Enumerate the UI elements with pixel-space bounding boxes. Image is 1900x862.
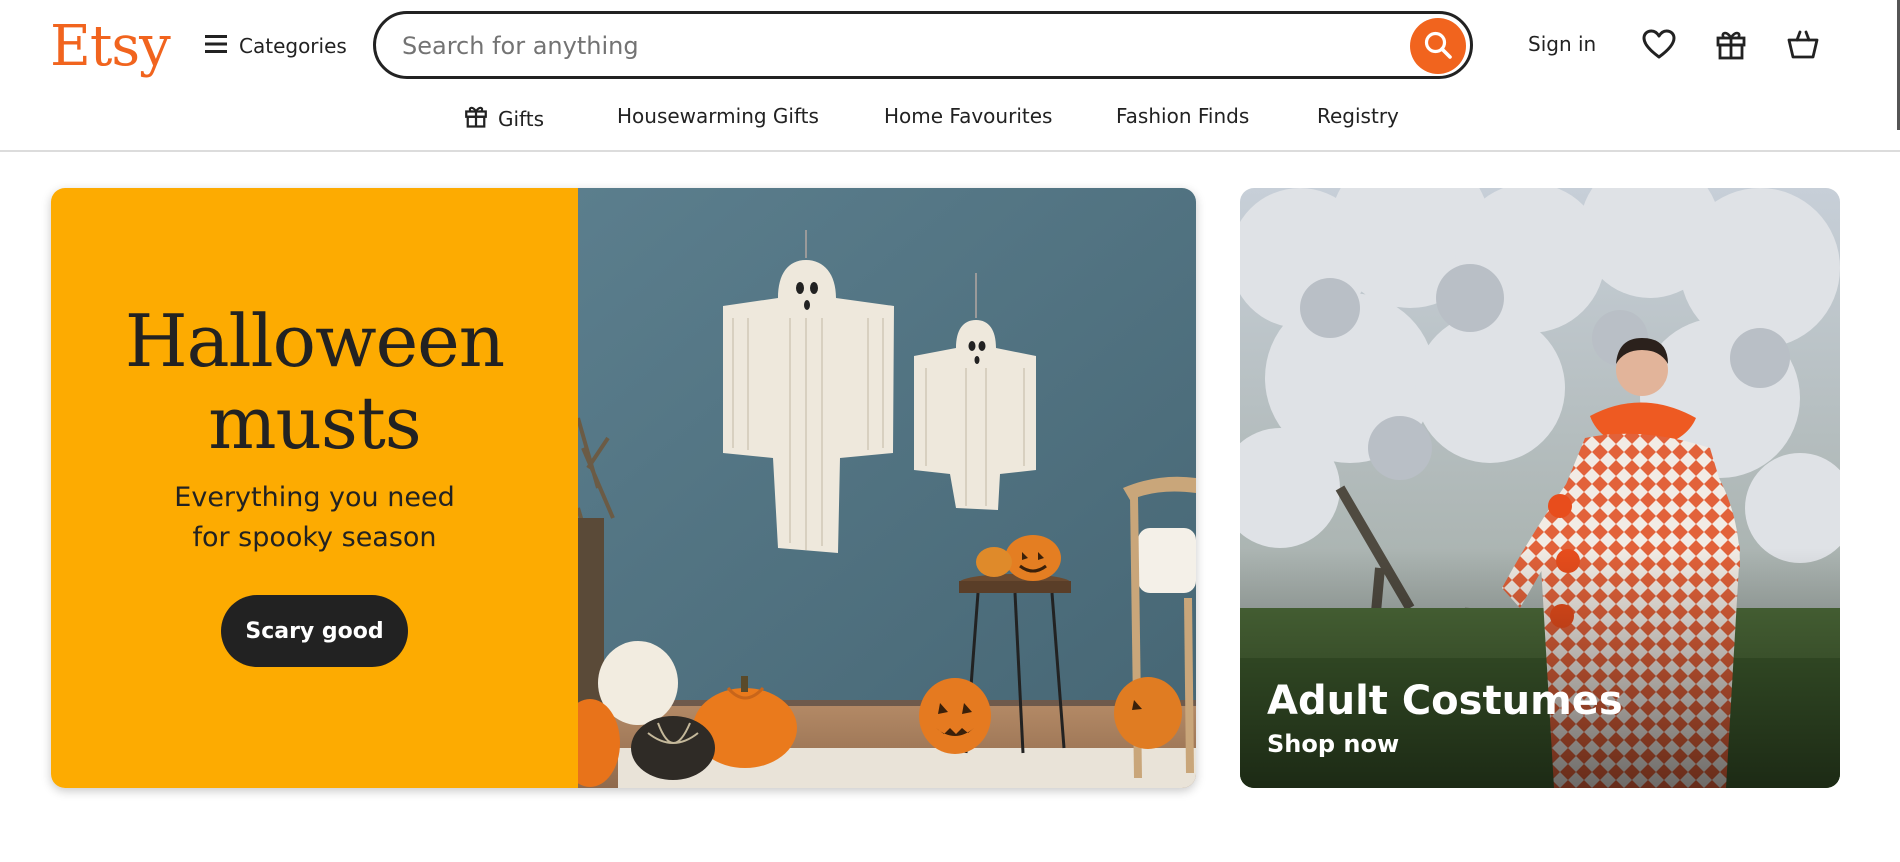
halloween-hero-banner[interactable]: Halloween musts Everything you need for … bbox=[51, 188, 1196, 788]
search-bar bbox=[373, 11, 1473, 79]
hero-title-line1: Halloween bbox=[124, 299, 505, 383]
hero-subtitle-line1: Everything you need bbox=[174, 482, 455, 513]
shop-now-link[interactable]: Shop now bbox=[1267, 730, 1399, 758]
categories-button[interactable]: Categories bbox=[205, 30, 347, 62]
search-input[interactable] bbox=[400, 26, 1374, 66]
gift-icon bbox=[1715, 28, 1747, 64]
category-nav: Gifts Housewarming Gifts Home Favourites… bbox=[0, 96, 1900, 136]
nav-item-label: Gifts bbox=[498, 106, 545, 131]
nav-item-gifts[interactable]: Gifts bbox=[464, 104, 544, 133]
menu-icon bbox=[205, 35, 227, 57]
search-icon bbox=[1423, 30, 1453, 63]
site-header: Etsy Categories Sign in bbox=[0, 0, 1900, 152]
nav-item-registry[interactable]: Registry bbox=[1317, 104, 1399, 128]
sign-in-link[interactable]: Sign in bbox=[1528, 32, 1596, 56]
nav-item-fashion-finds[interactable]: Fashion Finds bbox=[1116, 104, 1249, 128]
hero-title-line2: musts bbox=[208, 381, 421, 465]
etsy-logo[interactable]: Etsy bbox=[50, 12, 171, 82]
hero-subtitle-line2: for spooky season bbox=[192, 522, 437, 553]
nav-item-housewarming-gifts[interactable]: Housewarming Gifts bbox=[617, 104, 819, 128]
categories-label: Categories bbox=[239, 34, 347, 58]
basket-icon bbox=[1787, 29, 1819, 63]
adult-costumes-card[interactable]: Adult Costumes Shop now bbox=[1240, 188, 1840, 788]
hero-subtitle: Everything you need for spooky season bbox=[51, 478, 578, 558]
hero-text-panel: Halloween musts Everything you need for … bbox=[51, 188, 578, 788]
search-button[interactable] bbox=[1410, 18, 1466, 74]
cart-button[interactable] bbox=[1785, 28, 1821, 64]
gift-button[interactable] bbox=[1713, 28, 1749, 64]
hero-title: Halloween musts bbox=[51, 300, 578, 464]
nav-item-home-favourites[interactable]: Home Favourites bbox=[884, 104, 1052, 128]
heart-icon bbox=[1642, 29, 1676, 63]
halloween-decor-image bbox=[578, 188, 1196, 788]
adult-costumes-title: Adult Costumes bbox=[1267, 678, 1623, 724]
favorites-button[interactable] bbox=[1641, 28, 1677, 64]
gift-icon bbox=[464, 104, 488, 133]
scary-good-button[interactable]: Scary good bbox=[221, 595, 408, 667]
